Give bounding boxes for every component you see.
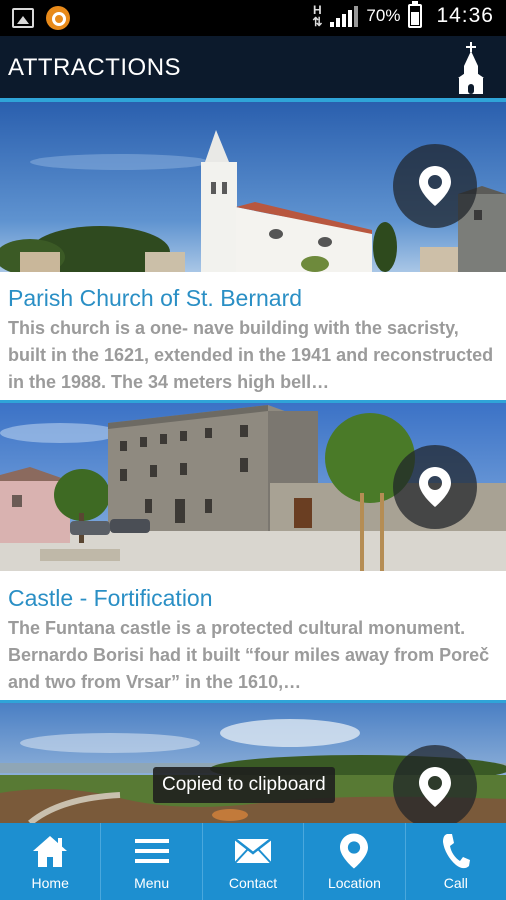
map-pin-button[interactable] [393, 745, 477, 829]
nav-label: Call [443, 875, 468, 891]
map-pin-button[interactable] [393, 144, 477, 228]
nav-call[interactable]: Call [406, 823, 506, 900]
nav-location[interactable]: Location [304, 823, 406, 900]
nav-label: Location [327, 875, 381, 891]
bottom-nav: Home Menu Contact Location Call [0, 823, 506, 900]
map-pin-icon [419, 166, 451, 206]
attraction-description: The Funtana castle is a protected cultur… [8, 618, 490, 692]
map-pin-icon [340, 827, 369, 875]
map-pin-icon [419, 467, 451, 507]
toast-message: Copied to clipboard [153, 767, 335, 803]
map-pin-icon [419, 767, 451, 807]
attraction-title: Castle - Fortification [8, 585, 213, 611]
clock: 14:36 [436, 4, 494, 27]
attraction-title: Parish Church of St. Bernard [8, 285, 303, 311]
network-type-indicator: H ⇅ [312, 3, 323, 29]
nav-contact[interactable]: Contact [203, 823, 305, 900]
phone-icon [441, 827, 471, 875]
app-notification-icon [46, 6, 70, 30]
page-title: ATTRACTIONS [8, 54, 182, 81]
attraction-card[interactable] [0, 703, 506, 829]
battery-icon [408, 1, 423, 28]
gallery-icon [12, 8, 34, 28]
app-header: ATTRACTIONS [0, 36, 506, 98]
nav-label: Home [31, 875, 69, 891]
status-bar: H ⇅ 70% 14:36 [0, 0, 506, 36]
attraction-card[interactable]: Parish Church of St. Bernard This church… [0, 102, 506, 402]
nav-menu[interactable]: Menu [101, 823, 203, 900]
battery-percent: 70% [366, 6, 401, 25]
envelope-icon [233, 827, 273, 875]
attraction-description: This church is a one- nave building with… [8, 318, 494, 392]
church-icon[interactable] [456, 42, 486, 94]
nav-label: Contact [228, 875, 278, 891]
nav-home[interactable]: Home [0, 823, 102, 900]
signal-icon [330, 5, 359, 27]
home-icon [31, 827, 69, 875]
menu-icon [133, 827, 171, 875]
attraction-card[interactable]: Castle - Fortification The Funtana castl… [0, 403, 506, 701]
map-pin-button[interactable] [393, 445, 477, 529]
nav-label: Menu [134, 875, 170, 891]
